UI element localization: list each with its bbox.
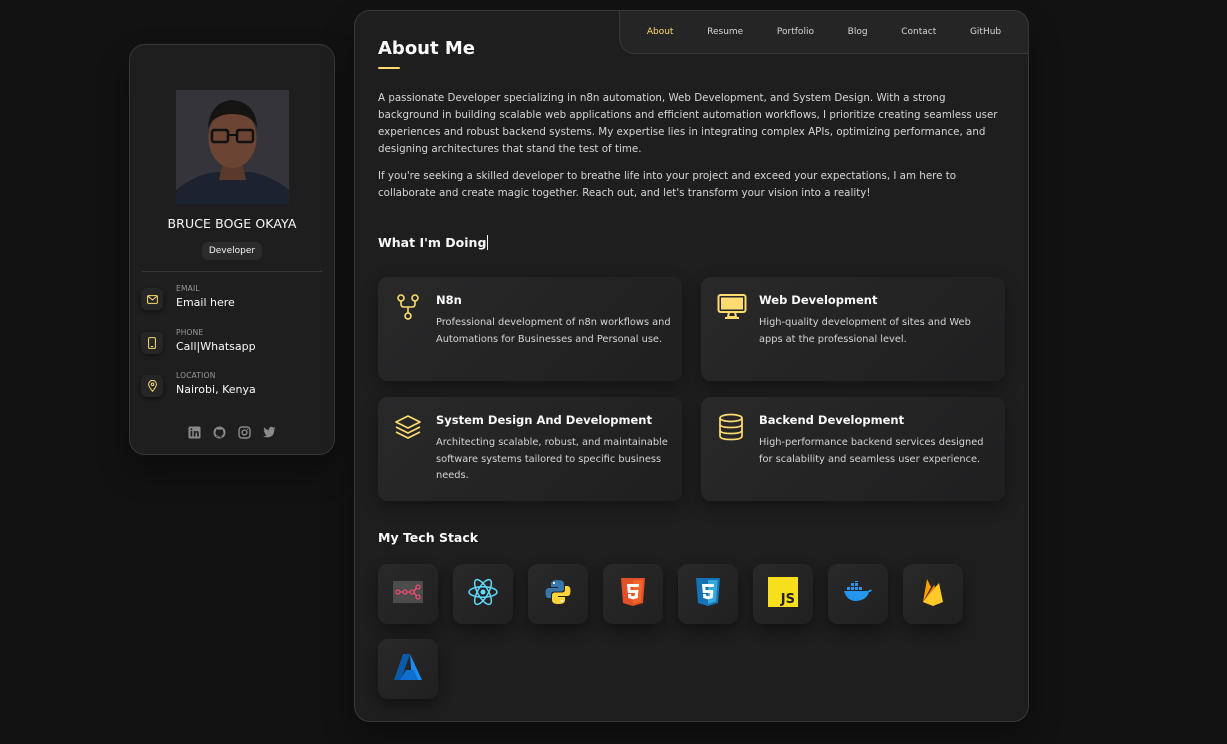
mail-icon: [141, 288, 163, 310]
service-title: Web Development: [759, 293, 878, 307]
nav-about[interactable]: About: [647, 27, 674, 37]
nav-resume[interactable]: Resume: [707, 27, 743, 37]
n8n-icon: [393, 581, 423, 607]
text-cursor: [487, 235, 489, 250]
tech-item-n8n: [378, 564, 438, 624]
service-title: System Design And Development: [436, 413, 652, 427]
social-links: [130, 425, 334, 439]
contact-label: LOCATION: [176, 371, 216, 380]
contact-location: LOCATION Nairobi, Kenya: [141, 371, 326, 401]
divider: [142, 271, 322, 272]
tech-stack-heading: My Tech Stack: [378, 530, 479, 545]
firebase-icon: [921, 577, 945, 611]
contact-label: EMAIL: [176, 284, 200, 293]
nav-blog[interactable]: Blog: [848, 27, 868, 37]
contact-value: Nairobi, Kenya: [176, 383, 256, 396]
docker-icon: [843, 579, 873, 607]
tech-item-javascript: JS: [753, 564, 813, 624]
service-card-n8n: N8n Professional development of n8n work…: [378, 277, 682, 381]
phone-icon: [141, 332, 163, 354]
monitor-icon: [717, 293, 747, 321]
title-underline: [378, 67, 400, 69]
contact-value[interactable]: Call|Whatsapp: [176, 340, 256, 353]
service-text: Professional development of n8n workflow…: [436, 317, 671, 345]
nav-contact[interactable]: Contact: [901, 27, 936, 37]
twitter-icon[interactable]: [263, 425, 277, 439]
about-paragraph-2: If you're seeking a skilled developer to…: [378, 170, 957, 199]
tech-item-react: [453, 564, 513, 624]
linkedin-icon[interactable]: [188, 425, 202, 439]
react-icon: [467, 578, 499, 610]
main-panel: About Resume Portfolio Blog Contact GitH…: [354, 10, 1029, 722]
service-text: High-performance backend services design…: [759, 437, 984, 465]
service-title: Backend Development: [759, 413, 905, 427]
instagram-icon[interactable]: [238, 425, 252, 439]
service-card-backend: Backend Development High-performance bac…: [701, 397, 1005, 501]
about-paragraph-1: A passionate Developer specializing in n…: [378, 92, 998, 155]
location-icon: [141, 375, 163, 397]
tech-item-docker: [828, 564, 888, 624]
tech-item-azure: [378, 639, 438, 699]
workflow-icon: [394, 293, 422, 321]
tech-item-html5: [603, 564, 663, 624]
azure-icon: [392, 653, 424, 685]
database-icon: [717, 413, 745, 441]
javascript-icon: JS: [768, 577, 798, 611]
contact-value[interactable]: Email here: [176, 296, 235, 309]
tech-item-python: [528, 564, 588, 624]
contact-label: PHONE: [176, 328, 204, 337]
navbar: About Resume Portfolio Blog Contact GitH…: [619, 10, 1029, 54]
role-badge: Developer: [202, 242, 262, 260]
profile-name: BRUCE BOGE OKAYA: [167, 216, 297, 231]
nav-portfolio[interactable]: Portfolio: [777, 27, 814, 37]
service-text: High-quality development of sites and We…: [759, 317, 971, 345]
layers-icon: [394, 413, 422, 441]
services-heading-text: What I'm Doing: [378, 235, 487, 250]
github-icon[interactable]: [213, 425, 227, 439]
python-icon: [544, 578, 572, 610]
service-title: N8n: [436, 293, 462, 307]
tech-item-css3: [678, 564, 738, 624]
profile-sidebar: BRUCE BOGE OKAYA Developer EMAIL Email h…: [129, 44, 335, 455]
svg-text:JS: JS: [780, 592, 795, 607]
html5-icon: [620, 577, 646, 611]
css3-icon: [695, 577, 721, 611]
contact-phone: PHONE Call|Whatsapp: [141, 328, 326, 358]
tech-item-firebase: [903, 564, 963, 624]
page-title: About Me: [378, 38, 475, 59]
services-heading: What I'm Doing: [378, 235, 489, 250]
nav-github[interactable]: GitHub: [970, 27, 1001, 37]
contact-email: EMAIL Email here: [141, 284, 326, 314]
service-card-web-development: Web Development High-quality development…: [701, 277, 1005, 381]
avatar: [176, 90, 289, 204]
service-card-system-design: System Design And Development Architecti…: [378, 397, 682, 501]
service-text: Architecting scalable, robust, and maint…: [436, 437, 668, 481]
